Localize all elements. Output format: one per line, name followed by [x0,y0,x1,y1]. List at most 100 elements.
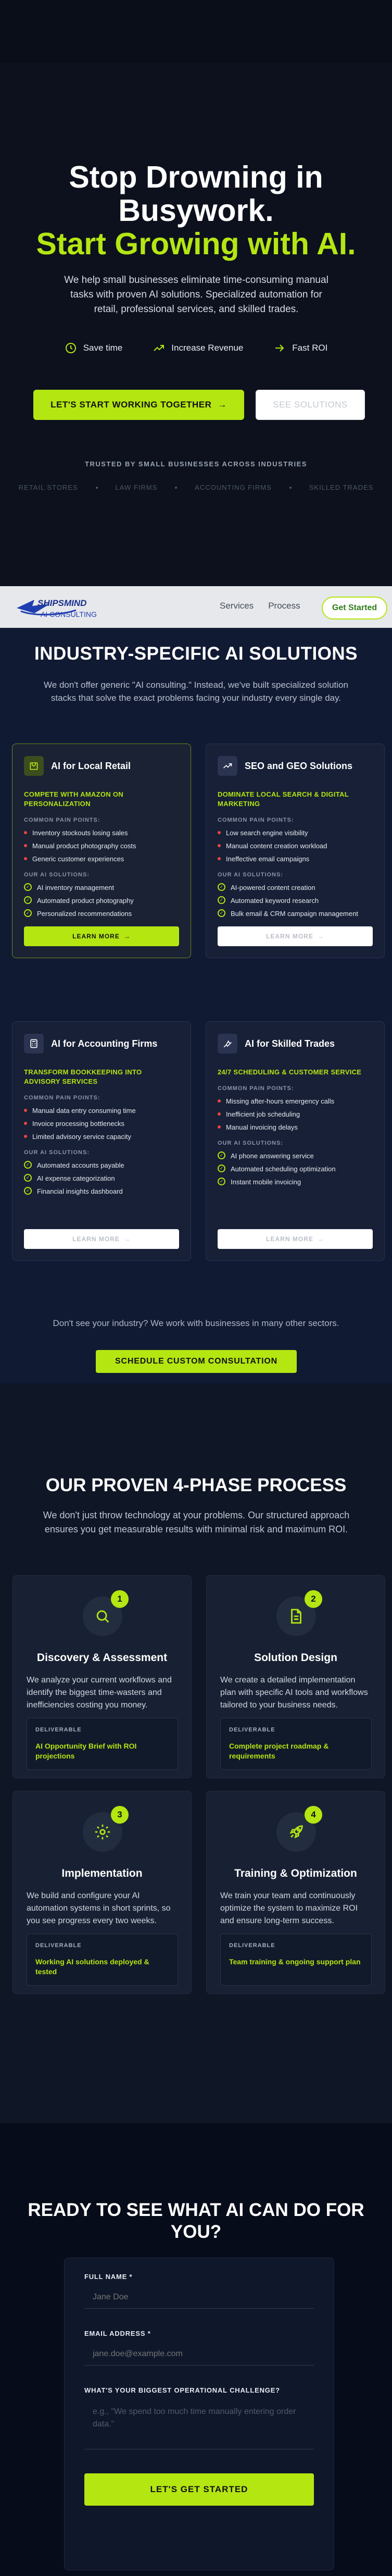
process-intro: We don't just throw technology at your p… [43,1510,350,1534]
pain-points-label: COMMON PAIN POINTS: [218,817,294,823]
submit-button[interactable]: LET'S GET STARTED [84,2473,314,2506]
nav-link-process[interactable]: Process [268,601,300,611]
learn-more-label: LEARN MORE [72,1235,120,1243]
step-description: We build and configure your AI automatio… [27,1891,171,1925]
solution-item: ✓ AI phone answering service [218,1151,373,1160]
step-number: 3 [111,1806,129,1824]
pain-point: Generic customer experiences [24,854,179,863]
step-number: 2 [305,1590,322,1608]
check-icon: ✓ [218,1151,225,1159]
solution-item: ✓ Automated product photography [24,896,179,905]
card-header: AI for Skilled Trades [218,1033,373,1054]
industry-item: ACCOUNTING FIRMS [195,484,272,491]
check-icon: ✓ [24,909,32,917]
deliverable-box: DELIVERABLE Team training & ongoing supp… [220,1934,372,1986]
card-tagline: TRANSFORM BOOKKEEPING INTO ADVISORY SERV… [24,1068,142,1085]
process-step-training: 4 Training & Optimization We train your … [206,1791,385,1994]
deliverable-box: DELIVERABLE Complete project roadmap & r… [220,1718,372,1770]
bullet-icon [24,1135,27,1138]
separator-dot [289,486,292,489]
trending-up-icon [218,756,237,776]
deliverable-label: DELIVERABLE [229,1727,275,1733]
pain-point: Manual content creation workload [218,841,373,850]
solution-text: Financial insights dashboard [37,1187,123,1195]
step-description: We train your team and continuously opti… [220,1891,358,1925]
benefit-label: Fast ROI [292,343,328,353]
hero-top-strip [0,0,392,63]
bullet-icon [24,1109,27,1112]
pain-point-text: Manual data entry consuming time [32,1107,136,1114]
deliverable-box: DELIVERABLE AI Opportunity Brief with RO… [27,1718,178,1770]
solution-card-trades: AI for Skilled Trades 24/7 SCHEDULING & … [206,1021,385,1261]
solution-item: ✓ Instant mobile invoicing [218,1178,373,1186]
bullet-icon [218,831,221,834]
learn-more-button[interactable]: LEARN MORE → [24,926,179,946]
solutions-intro: We don't offer generic "AI consulting." … [44,680,348,703]
card-title: AI for Local Retail [51,760,131,771]
shipsmind-logo[interactable]: SHIPSMIND AI CONSULTING [14,592,138,622]
get-started-button[interactable]: Get Started [322,597,387,620]
check-icon: ✓ [24,1187,32,1195]
full-name-input[interactable] [84,2286,314,2309]
benefit-label: Increase Revenue [171,343,244,353]
pain-point: Manual data entry consuming time [24,1106,179,1115]
benefit-save-time: Save time [65,342,122,354]
hero-title: Stop Drowning in Busywork. Start Growing… [0,160,392,261]
solution-item: ✓ Bulk email & CRM campaign management [218,909,373,918]
full-name-label: FULL NAME * [84,2273,133,2281]
deliverable-label: DELIVERABLE [35,1942,82,1949]
check-icon: ✓ [24,1161,32,1169]
contact-form: FULL NAME * EMAIL ADDRESS * WHAT'S YOUR … [64,2258,334,2570]
schedule-consultation-button[interactable]: SCHEDULE CUSTOM CONSULTATION [96,1350,297,1373]
learn-more-button[interactable]: LEARN MORE → [24,1229,179,1249]
deliverable-label: DELIVERABLE [35,1727,82,1733]
card-title: SEO and GEO Solutions [245,760,353,771]
process-section: OUR PROVEN 4-PHASE PROCESS We don't just… [0,1383,392,2123]
navbar: SHIPSMIND AI CONSULTING Services Process… [0,586,392,628]
solutions-list: ✓ Automated accounts payable ✓ AI expense … [24,1161,179,1196]
card-header: AI for Local Retail [24,756,179,776]
pain-point-text: Inefficient job scheduling [226,1110,300,1118]
solutions-list: ✓ AI-powered content creation ✓ Automated … [218,883,373,918]
solution-card-retail: AI for Local Retail COMPETE WITH AMAZON … [12,744,191,958]
check-icon: ✓ [24,1174,32,1182]
separator-dot [175,486,178,489]
learn-more-label: LEARN MORE [72,933,120,940]
pain-point-text: Low search engine visibility [226,829,308,837]
nav-link-services[interactable]: Services [220,601,254,611]
solution-text: Instant mobile invoicing [231,1178,301,1186]
pain-point: Missing after-hours emergency calls [218,1097,373,1106]
email-input[interactable] [84,2343,314,2366]
bullet-icon [218,844,221,847]
deliverable-value: Working AI solutions deployed & tested [35,1958,149,1976]
challenge-textarea[interactable]: e.g., "We spend too much time manually e… [84,2399,314,2449]
card-tagline: DOMINATE LOCAL SEARCH & DIGITAL MARKETIN… [218,790,349,808]
learn-more-button[interactable]: LEARN MORE → [218,926,373,946]
arrow-right-icon: → [123,1235,131,1243]
contact-title: READY TO SEE WHAT AI CAN DO FOR YOU? [28,2200,364,2242]
pain-point-text: Ineffective email campaigns [226,855,310,863]
logo-sub: AI CONSULTING [41,610,97,618]
email-label: EMAIL ADDRESS * [84,2330,151,2337]
bullet-icon [218,1112,221,1116]
solutions-title: INDUSTRY-SPECIFIC AI SOLUTIONS [34,643,358,664]
solution-text: Automated accounts payable [37,1161,124,1169]
check-icon: ✓ [218,883,225,891]
solution-item: ✓ AI inventory management [24,883,179,892]
card-title: AI for Accounting Firms [51,1038,158,1049]
see-solutions-button[interactable]: SEE SOLUTIONS [256,390,365,420]
hero-section: Stop Drowning in Busywork. Start Growing… [0,0,392,586]
step-title: Solution Design [254,1652,337,1664]
store-icon [24,756,44,776]
clock-icon [65,343,76,353]
solution-text: Personalized recommendations [37,910,132,918]
solution-text: AI expense categorization [37,1174,115,1182]
start-working-button[interactable]: LET'S START WORKING TOGETHER → [33,390,244,420]
pain-points-list: Inventory stockouts losing sales Manual … [24,828,179,863]
bullet-icon [218,1125,221,1129]
solution-text: Automated keyword research [231,897,319,905]
pain-point-text: Manual content creation workload [226,842,327,850]
learn-more-button[interactable]: LEARN MORE → [218,1229,373,1249]
pain-point-text: Inventory stockouts losing sales [32,829,128,837]
step-description: We analyze your current workflows and id… [27,1676,172,1710]
